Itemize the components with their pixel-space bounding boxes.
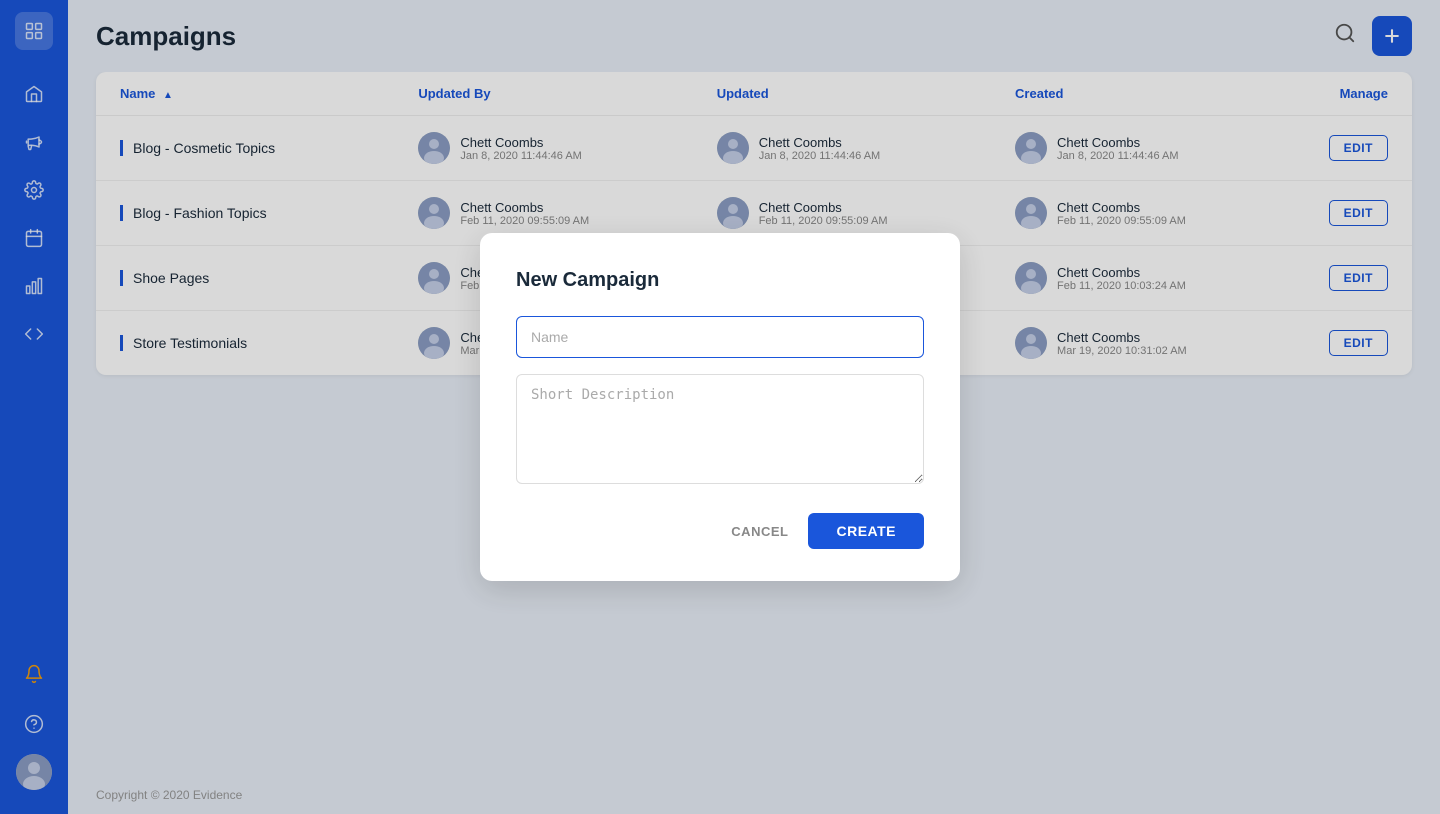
create-button[interactable]: CREATE [808,513,924,549]
campaign-name-input[interactable] [516,316,924,358]
campaign-description-input[interactable] [516,374,924,484]
modal-actions: CANCEL CREATE [516,513,924,549]
new-campaign-modal: New Campaign CANCEL CREATE [480,233,960,581]
modal-overlay: New Campaign CANCEL CREATE [0,0,1440,814]
modal-title: New Campaign [516,269,924,292]
cancel-button[interactable]: CANCEL [727,516,792,547]
